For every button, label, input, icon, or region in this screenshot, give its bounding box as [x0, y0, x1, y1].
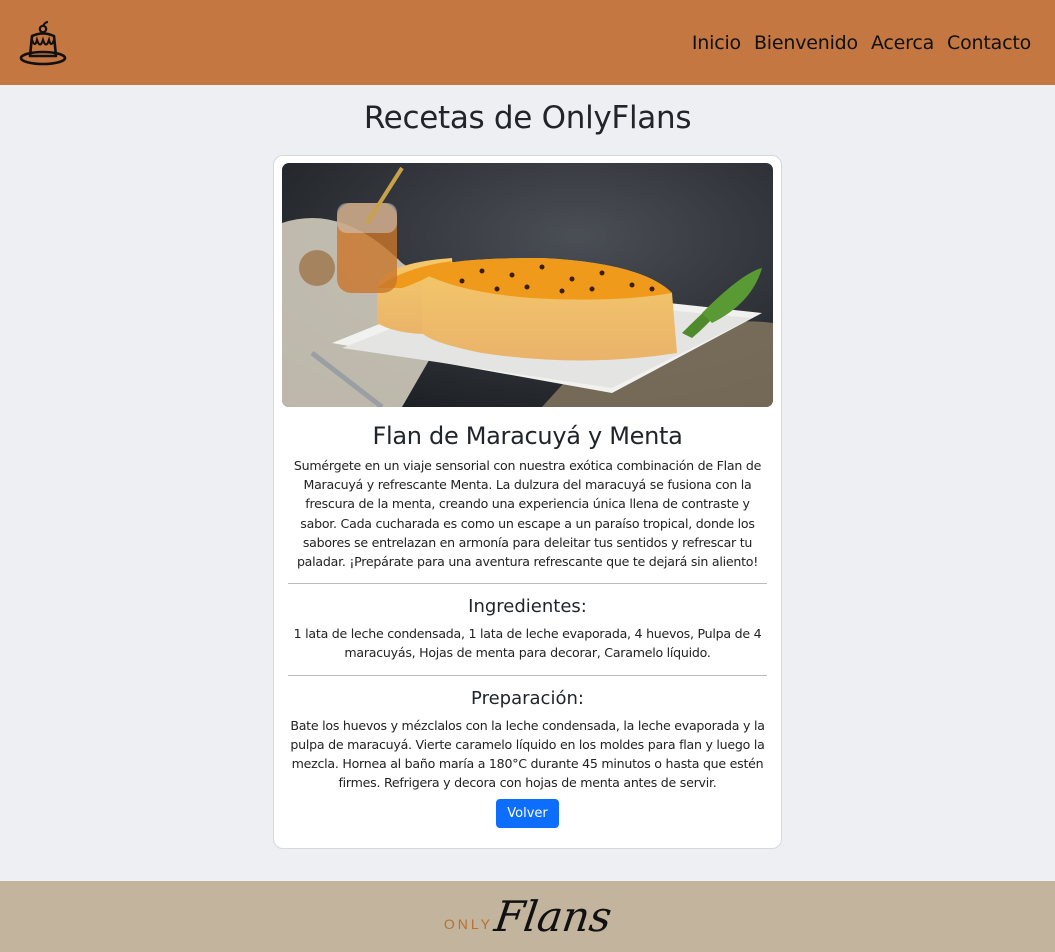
nav-links: Inicio Bienvenido Acerca Contacto: [692, 32, 1031, 54]
divider: [288, 583, 767, 585]
preparation-text: Bate los huevos y mézclalos con la leche…: [290, 717, 765, 791]
nav-link-acerca[interactable]: Acerca: [871, 32, 934, 54]
footer: ONLY Flans: [0, 881, 1055, 952]
preparation-title: Preparación:: [471, 687, 584, 709]
recipe-card: Flan de Maracuyá y Menta Sumérgete en un…: [273, 155, 782, 849]
nav-link-inicio[interactable]: Inicio: [692, 32, 741, 54]
recipe-description: Sumérgete en un viaje sensorial con nues…: [293, 458, 762, 570]
nav-link-contacto[interactable]: Contacto: [947, 32, 1031, 54]
nav-link-bienvenido[interactable]: Bienvenido: [754, 32, 858, 54]
ingredients-text: 1 lata de leche condensada, 1 lata de le…: [293, 626, 762, 661]
footer-logo-flans: Flans: [491, 891, 615, 941]
recipe-title: Flan de Maracuyá y Menta: [372, 422, 683, 450]
recipe-image: [282, 163, 773, 407]
divider: [288, 674, 767, 676]
navbar: Inicio Bienvenido Acerca Contacto: [0, 0, 1055, 85]
ingredients-title: Ingredientes:: [468, 596, 587, 618]
footer-logo: ONLY Flans: [443, 891, 615, 941]
flan-dessert-icon: [19, 20, 67, 65]
footer-logo-only: ONLY: [443, 915, 493, 932]
recipe-card-body: Flan de Maracuyá y Menta Sumérgete en un…: [282, 422, 773, 829]
brand-logo-link[interactable]: [18, 18, 68, 68]
page-title: Recetas de OnlyFlans: [363, 100, 692, 136]
back-button[interactable]: Volver: [496, 799, 559, 829]
